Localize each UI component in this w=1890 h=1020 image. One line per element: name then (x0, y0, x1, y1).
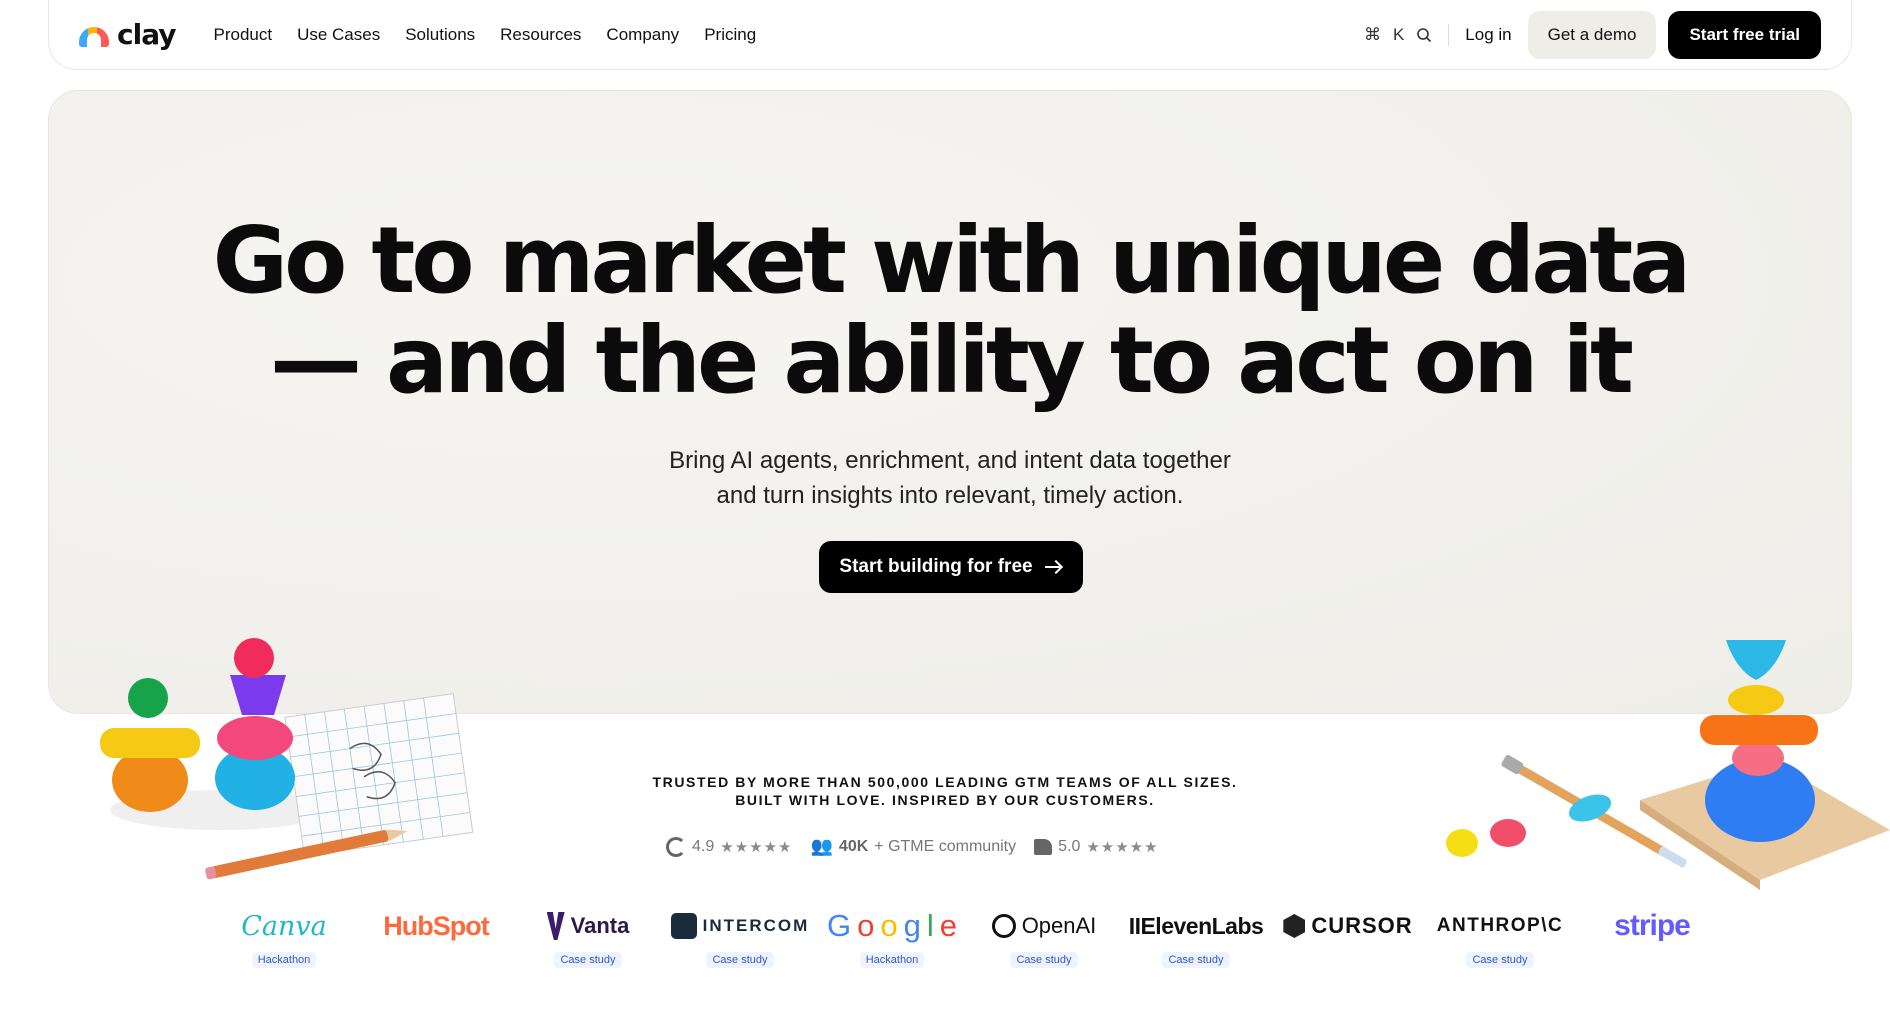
logo-cropped[interactable] (1434, 1004, 1586, 1020)
hero-title: Go to market with unique data — and the … (49, 211, 1851, 411)
logo-tag[interactable]: Hackathon (251, 952, 317, 968)
canva-wordmark: Canva (241, 910, 327, 942)
logo-cropped[interactable] (674, 1004, 826, 1020)
logo-cropped[interactable] (218, 1004, 370, 1020)
star-icons: ★★★★★ (720, 838, 793, 856)
logo-cropped[interactable] (978, 1004, 1130, 1020)
community-badge[interactable]: 👥 40K + GTME community (811, 836, 1017, 857)
customer-logos: Canva Hackathon HubSpot Vanta Case study… (208, 906, 1728, 976)
g2-rating[interactable]: 4.9 ★★★★★ (666, 836, 793, 857)
intercom-icon (670, 913, 697, 939)
nav-divider (1448, 23, 1450, 46)
logo-stripe[interactable]: stripe (1576, 906, 1728, 976)
logo-openai[interactable]: OpenAI Case study (968, 906, 1120, 976)
logo-tag[interactable]: Case study (554, 952, 622, 968)
community-count: 40K (838, 837, 869, 855)
clay-logo-icon (79, 23, 113, 47)
stripe-wordmark: stripe (1614, 909, 1691, 942)
ratings-bar: 4.9 ★★★★★ 👥 40K + GTME community 5.0 ★★★… (666, 836, 1159, 857)
nav-solutions[interactable]: Solutions (405, 25, 475, 45)
arrow-right-icon (1044, 560, 1063, 574)
command-icon[interactable]: ⌘ (1364, 25, 1381, 45)
clay-sculpture-left (100, 638, 474, 880)
start-trial-button[interactable]: Start free trial (1668, 10, 1821, 59)
anthropic-wordmark: ANTHROP\C (1436, 915, 1564, 936)
logo-google[interactable]: Google Hackathon (816, 906, 968, 976)
nav-pricing[interactable]: Pricing (704, 25, 756, 45)
login-link[interactable]: Log in (1465, 25, 1511, 45)
trust-statement: TRUSTED BY MORE THAN 500,000 LEADING GTM… (0, 773, 1890, 809)
logo-tag[interactable]: Case study (1466, 952, 1534, 968)
nav-product[interactable]: Product (213, 25, 272, 45)
logo-hubspot[interactable]: HubSpot (360, 906, 512, 976)
logo-vanta[interactable]: Vanta Case study (512, 906, 664, 976)
people-icon: 👥 (810, 836, 833, 856)
logo-tag[interactable]: Case study (1010, 952, 1078, 968)
logo-canva[interactable]: Canva Hackathon (208, 906, 360, 976)
hero-subtitle: Bring AI agents, enrichment, and intent … (49, 443, 1851, 513)
brand-name: clay (117, 18, 176, 51)
hero-title-line1: Go to market with unique data (212, 207, 1692, 314)
hero-section: Go to market with unique data — and the … (48, 90, 1852, 714)
logo-cropped[interactable] (826, 1004, 978, 1020)
cursor-wordmark: CURSOR (1311, 913, 1413, 938)
capterra-score: 5.0 (1058, 837, 1081, 855)
hero-title-line2: — and the ability to act on it (270, 307, 1634, 414)
logo-cropped[interactable] (1130, 1004, 1282, 1020)
nav-resources[interactable]: Resources (500, 25, 581, 45)
trust-line2: BUILT WITH LOVE. INSPIRED BY OUR CUSTOME… (735, 792, 1155, 808)
nav-actions: ⌘ K Log in Get a demo Start free trial (1364, 10, 1821, 59)
hero-sub-line2: and turn insights into relevant, timely … (716, 482, 1184, 509)
clay-logo[interactable]: clay (79, 18, 176, 51)
clay-sculpture-right (1446, 640, 1890, 890)
nav-use-cases[interactable]: Use Cases (297, 25, 380, 45)
trust-line1: TRUSTED BY MORE THAN 500,000 LEADING GTM… (652, 774, 1238, 790)
openai-wordmark: OpenAI (1021, 913, 1097, 938)
logo-cropped[interactable] (522, 1004, 674, 1020)
intercom-wordmark: INTERCOM (702, 916, 810, 935)
hero-sub-line1: Bring AI agents, enrichment, and intent … (669, 447, 1231, 474)
start-building-label: Start building for free (839, 556, 1033, 577)
logo-cursor[interactable]: CURSOR (1272, 906, 1424, 976)
logo-cropped[interactable] (1282, 1004, 1434, 1020)
get-demo-button[interactable]: Get a demo (1527, 10, 1657, 59)
logo-intercom[interactable]: INTERCOM Case study (664, 906, 816, 976)
google-wordmark: Google (826, 908, 957, 943)
vanta-wordmark: Vanta (570, 913, 630, 938)
elevenlabs-wordmark: IIElevenLabs (1128, 912, 1264, 939)
g2-icon (666, 836, 686, 857)
logo-tag[interactable]: Case study (1162, 952, 1230, 968)
openai-icon (991, 914, 1016, 938)
star-icons: ★★★★★ (1086, 838, 1159, 856)
logo-tag[interactable]: Hackathon (859, 952, 925, 968)
community-label: + GTME community (874, 837, 1017, 855)
start-building-button[interactable]: Start building for free (819, 541, 1083, 593)
capterra-rating[interactable]: 5.0 ★★★★★ (1034, 838, 1159, 856)
search-icon[interactable] (1416, 27, 1432, 43)
g2-score: 4.9 (692, 837, 715, 855)
nav-company[interactable]: Company (606, 25, 679, 45)
logo-elevenlabs[interactable]: IIElevenLabs Case study (1120, 906, 1272, 976)
logo-cropped[interactable] (370, 1004, 522, 1020)
cursor-icon (1283, 914, 1306, 938)
shortcut-key[interactable]: K (1393, 25, 1404, 45)
hubspot-wordmark: HubSpot (383, 910, 489, 941)
logo-tag[interactable]: Case study (706, 952, 774, 968)
logo-anthropic[interactable]: ANTHROP\C Case study (1424, 906, 1576, 976)
vanta-icon (546, 912, 565, 940)
capterra-icon (1034, 838, 1053, 855)
customer-logos-row2 (218, 1004, 1586, 1020)
nav-links: Product Use Cases Solutions Resources Co… (213, 25, 756, 45)
top-nav: clay Product Use Cases Solutions Resourc… (48, 0, 1852, 70)
